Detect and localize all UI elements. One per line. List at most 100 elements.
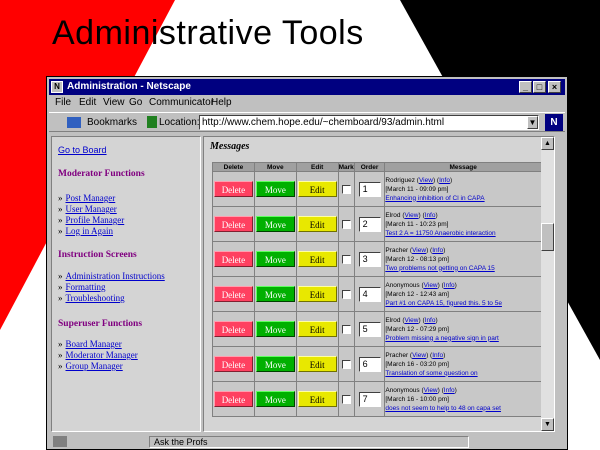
move-button[interactable]: Move xyxy=(255,321,295,337)
status-bar: Ask the Profs xyxy=(49,435,565,449)
info-link[interactable]: Info xyxy=(439,177,450,184)
move-cell: Move xyxy=(254,242,296,276)
vertical-scrollbar[interactable]: ▲ ▼ xyxy=(541,137,554,431)
info-link[interactable]: Info xyxy=(432,247,443,254)
user-manager-link[interactable]: » User Manager xyxy=(58,204,117,214)
mark-checkbox[interactable] xyxy=(341,184,351,194)
edit-cell: Edit xyxy=(296,207,338,241)
view-link[interactable]: View xyxy=(412,247,426,254)
scroll-down-icon[interactable]: ▼ xyxy=(541,418,554,431)
log-in-again-link[interactable]: » Log in Again xyxy=(58,226,113,236)
order-input[interactable]: 2 xyxy=(358,216,381,232)
info-link[interactable]: Info xyxy=(425,317,436,324)
order-input[interactable]: 4 xyxy=(358,286,381,302)
order-input[interactable]: 7 xyxy=(358,391,381,407)
menu-communicator[interactable]: Communicator xyxy=(149,97,214,108)
message-subject-link[interactable]: Two problems not getting on CAPA 15 xyxy=(385,264,541,273)
view-link[interactable]: View xyxy=(424,282,438,289)
edit-cell: Edit xyxy=(296,347,338,381)
scroll-up-icon[interactable]: ▲ xyxy=(541,137,554,150)
order-input[interactable]: 5 xyxy=(358,321,381,337)
mark-checkbox[interactable] xyxy=(341,219,351,229)
formatting-link[interactable]: » Formatting xyxy=(58,282,106,292)
message-subject-link[interactable]: Translation of some question on xyxy=(385,369,541,378)
edit-button[interactable]: Edit xyxy=(297,356,337,372)
edit-button[interactable]: Edit xyxy=(297,391,337,407)
moderator-manager-link[interactable]: » Moderator Manager xyxy=(58,350,138,360)
security-lock-icon[interactable] xyxy=(53,436,67,447)
delete-button[interactable]: Delete xyxy=(213,216,253,232)
info-link[interactable]: Info xyxy=(444,282,455,289)
move-button[interactable]: Move xyxy=(255,251,295,267)
move-cell: Move xyxy=(254,312,296,346)
message-author: Anonymous xyxy=(385,281,420,289)
troubleshooting-link[interactable]: » Troubleshooting xyxy=(58,293,125,303)
edit-button[interactable]: Edit xyxy=(297,216,337,232)
message-subject-link[interactable]: does not seem to help to 48 on capa set xyxy=(385,404,541,413)
edit-button[interactable]: Edit xyxy=(297,286,337,302)
delete-button[interactable]: Delete xyxy=(213,321,253,337)
move-button[interactable]: Move xyxy=(255,216,295,232)
message-subject-link[interactable]: Test 2 A = 11750 Anaerobic interaction xyxy=(385,229,541,238)
view-link[interactable]: View xyxy=(419,177,433,184)
menu-file[interactable]: File xyxy=(55,97,71,108)
menu-help[interactable]: Help xyxy=(211,97,232,108)
bookmarks-button[interactable]: Bookmarks xyxy=(87,117,137,128)
move-button[interactable]: Move xyxy=(255,356,295,372)
window-titlebar[interactable]: N Administration - Netscape _ □ × xyxy=(49,79,565,95)
message-cell: Anonymous (View) (Info) [March 12 - 12:43… xyxy=(385,277,541,311)
edit-button[interactable]: Edit xyxy=(297,321,337,337)
go-to-board-link[interactable]: Go to Board xyxy=(58,145,107,155)
view-link[interactable]: View xyxy=(412,352,426,359)
order-input[interactable]: 1 xyxy=(358,181,381,197)
view-link[interactable]: View xyxy=(424,387,438,394)
order-input[interactable]: 6 xyxy=(358,356,381,372)
delete-button[interactable]: Delete xyxy=(213,286,253,302)
delete-button[interactable]: Delete xyxy=(213,356,253,372)
menu-edit[interactable]: Edit xyxy=(79,97,96,108)
delete-button[interactable]: Delete xyxy=(213,181,253,197)
post-manager-link[interactable]: » Post Manager xyxy=(58,193,115,203)
order-input[interactable]: 3 xyxy=(358,251,381,267)
edit-button[interactable]: Edit xyxy=(297,181,337,197)
message-subject-link[interactable]: Enhancing inhibition of Cl in CAPA xyxy=(385,194,541,203)
message-subject-link[interactable]: Problem missing a negative sign in part xyxy=(385,334,541,343)
message-subject-link[interactable]: Part #1 on CAPA 15, figured this. 5 to 5… xyxy=(385,299,541,308)
scrollbar-thumb[interactable] xyxy=(541,223,554,251)
close-button[interactable]: × xyxy=(548,81,561,93)
info-link[interactable]: Info xyxy=(444,387,455,394)
view-link[interactable]: View xyxy=(405,212,419,219)
mark-checkbox[interactable] xyxy=(341,254,351,264)
mark-checkbox[interactable] xyxy=(341,289,351,299)
location-icon[interactable] xyxy=(147,116,157,128)
move-button[interactable]: Move xyxy=(255,286,295,302)
info-link[interactable]: Info xyxy=(425,212,436,219)
delete-button[interactable]: Delete xyxy=(213,251,253,267)
edit-button[interactable]: Edit xyxy=(297,251,337,267)
instruction-screens-heading: Instruction Screens xyxy=(58,250,137,260)
url-dropdown-icon[interactable]: ▼ xyxy=(527,116,538,129)
mark-checkbox[interactable] xyxy=(341,359,351,369)
column-header-move: Move xyxy=(254,163,296,171)
mark-checkbox[interactable] xyxy=(341,324,351,334)
profile-manager-link[interactable]: » Profile Manager xyxy=(58,215,124,225)
mark-checkbox[interactable] xyxy=(341,394,351,404)
group-manager-link[interactable]: » Group Manager xyxy=(58,361,123,371)
bookmarks-icon[interactable] xyxy=(67,117,81,128)
menu-view[interactable]: View xyxy=(103,97,125,108)
menu-go[interactable]: Go xyxy=(129,97,142,108)
view-link[interactable]: View xyxy=(405,317,419,324)
minimize-button[interactable]: _ xyxy=(519,81,532,93)
url-input[interactable]: http://www.chem.hope.edu/~chemboard/93/a… xyxy=(199,115,539,130)
administration-instructions-link[interactable]: » Administration Instructions xyxy=(58,271,165,281)
move-button[interactable]: Move xyxy=(255,181,295,197)
delete-button[interactable]: Delete xyxy=(213,391,253,407)
board-manager-link[interactable]: » Board Manager xyxy=(58,339,122,349)
delete-cell: Delete xyxy=(213,382,254,416)
netscape-app-icon[interactable]: N xyxy=(51,81,63,93)
table-row: Delete Move Edit 4 Anonymous (View) (Info) [M… xyxy=(213,277,541,311)
table-row: Delete Move Edit 5 Elrod (View) (Info) [March… xyxy=(213,312,541,346)
info-link[interactable]: Info xyxy=(432,352,443,359)
maximize-button[interactable]: □ xyxy=(533,81,546,93)
move-button[interactable]: Move xyxy=(255,391,295,407)
